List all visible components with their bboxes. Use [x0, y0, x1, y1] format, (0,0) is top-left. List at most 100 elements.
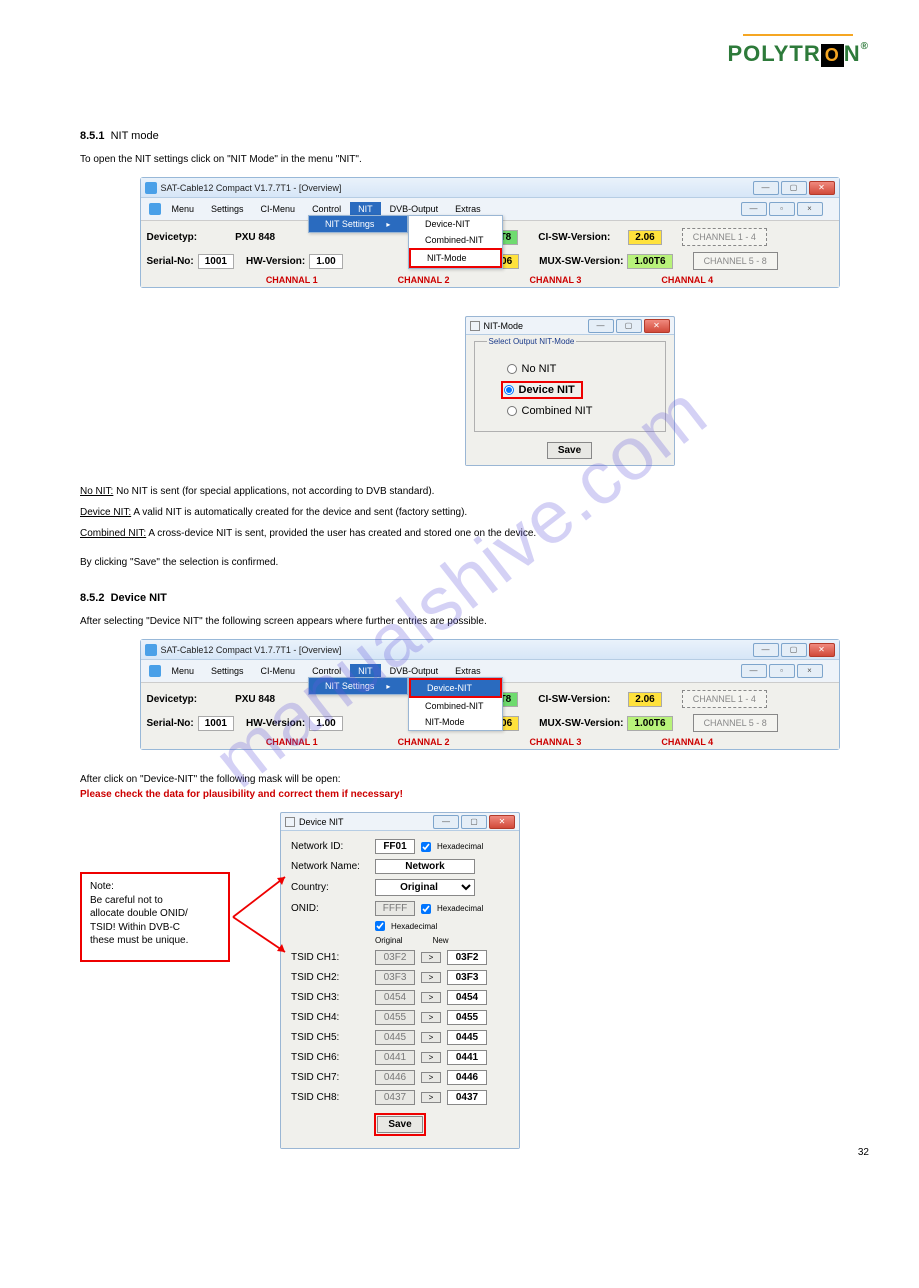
combined-nit-item-2[interactable]: Combined-NIT — [409, 698, 502, 714]
logo-post: N — [844, 41, 861, 66]
fieldset-legend: Select Output NIT-Mode — [487, 337, 577, 346]
radio-no-nit[interactable]: No NIT — [507, 363, 653, 375]
sub-close-button-2[interactable]: × — [797, 664, 823, 678]
menu-settings-2[interactable]: Settings — [203, 664, 252, 678]
nit-mode-item[interactable]: NIT-Mode — [409, 248, 502, 268]
tsid-new-8[interactable] — [447, 1090, 487, 1105]
dlg-close-button[interactable]: ✕ — [644, 319, 670, 333]
tsid-hex-label: Hexadecimal — [391, 922, 437, 931]
radio-device-nit[interactable]: Device NIT — [501, 381, 583, 399]
country-select[interactable]: Original — [375, 879, 475, 896]
tsid-orig-1[interactable] — [375, 950, 415, 965]
dn-minimize-button[interactable]: — — [433, 815, 459, 829]
combined-nit-label: Combined NIT — [522, 405, 593, 417]
tsid-new-7[interactable] — [447, 1070, 487, 1085]
nit-settings-item-2[interactable]: NIT Settings — [309, 678, 407, 694]
maximize-button[interactable]: ▢ — [781, 181, 807, 195]
tsid-new-6[interactable] — [447, 1050, 487, 1065]
tsid-orig-2[interactable] — [375, 970, 415, 985]
menu-control-2[interactable]: Control — [304, 664, 349, 678]
channel-5-8-button[interactable]: CHANNEL 5 - 8 — [693, 252, 778, 270]
tsid-new-4[interactable] — [447, 1010, 487, 1025]
tsid-orig-3[interactable] — [375, 990, 415, 1005]
channel-1-label: CHANNAL 1 — [266, 275, 318, 285]
dlg-minimize-button[interactable]: — — [588, 319, 614, 333]
sub-minimize-button[interactable]: — — [741, 202, 767, 216]
sub-minimize-button-2[interactable]: — — [741, 664, 767, 678]
maximize-button-2[interactable]: ▢ — [781, 643, 807, 657]
serial-label: Serial-No: — [147, 256, 194, 267]
menu-nit-2[interactable]: NIT — [350, 664, 381, 678]
dlg-maximize-button[interactable]: ▢ — [616, 319, 642, 333]
device-nit-radio[interactable] — [504, 385, 514, 395]
combined-nit-item[interactable]: Combined-NIT — [409, 232, 502, 248]
device-nit-item-2[interactable]: Device-NIT — [409, 678, 502, 698]
menu-settings[interactable]: Settings — [203, 202, 252, 216]
devicetyp-label: Devicetyp: — [147, 232, 198, 243]
save-button[interactable]: Save — [547, 442, 592, 459]
devicetyp-label-2: Devicetyp: — [147, 694, 198, 705]
netid-hex-checkbox[interactable] — [421, 842, 431, 852]
radio-combined-nit[interactable]: Combined NIT — [507, 405, 653, 417]
onid-hex-label: Hexadecimal — [437, 904, 483, 913]
nit-settings-item[interactable]: NIT Settings — [309, 216, 407, 232]
tsid-copy-5[interactable]: > — [421, 1032, 441, 1043]
tsid-copy-6[interactable]: > — [421, 1052, 441, 1063]
sub-restore-button-2[interactable]: ▫ — [769, 664, 795, 678]
tsid-copy-4[interactable]: > — [421, 1012, 441, 1023]
menu-menu-2[interactable]: Menu — [164, 664, 203, 678]
tsid-new-3[interactable] — [447, 990, 487, 1005]
menu-dvb-output-2[interactable]: DVB-Output — [382, 664, 447, 678]
menu-dvb-output[interactable]: DVB-Output — [382, 202, 447, 216]
minimize-button-2[interactable]: — — [753, 643, 779, 657]
section2-title: Device NIT — [111, 592, 167, 604]
sub-restore-button[interactable]: ▫ — [769, 202, 795, 216]
tsid-new-1[interactable] — [447, 950, 487, 965]
menu-extras-2[interactable]: Extras — [447, 664, 489, 678]
tsid-label-4: TSID CH4: — [291, 1012, 369, 1023]
tsid-orig-4[interactable] — [375, 1010, 415, 1025]
tsid-new-2[interactable] — [447, 970, 487, 985]
no-nit-radio[interactable] — [507, 364, 517, 374]
tsid-copy-7[interactable]: > — [421, 1072, 441, 1083]
tsid-new-5[interactable] — [447, 1030, 487, 1045]
device-nit-save-button[interactable]: Save — [377, 1116, 422, 1133]
combined-nit-radio[interactable] — [507, 406, 517, 416]
sub-close-button[interactable]: × — [797, 202, 823, 216]
menu-extras[interactable]: Extras — [447, 202, 489, 216]
nit-mode-item-2[interactable]: NIT-Mode — [409, 714, 502, 730]
tsid-copy-2[interactable]: > — [421, 972, 441, 983]
menu-nit[interactable]: NIT — [350, 202, 381, 216]
tsid-orig-6[interactable] — [375, 1050, 415, 1065]
nit-settings-flyout-2: Device-NIT Combined-NIT NIT-Mode — [408, 677, 503, 731]
menu-control[interactable]: Control — [304, 202, 349, 216]
tsid-copy-8[interactable]: > — [421, 1092, 441, 1103]
menu-cimenu-2[interactable]: CI-Menu — [253, 664, 304, 678]
tsid-copy-1[interactable]: > — [421, 952, 441, 963]
network-name-input[interactable] — [375, 859, 475, 874]
tsid-row-4: TSID CH4: > — [291, 1010, 509, 1025]
ci-sw-label: CI-SW-Version: — [538, 232, 610, 243]
dn-close-button[interactable]: ✕ — [489, 815, 515, 829]
device-nit-item[interactable]: Device-NIT — [409, 216, 502, 232]
dn-maximize-button[interactable]: ▢ — [461, 815, 487, 829]
close-button[interactable]: ✕ — [809, 181, 835, 195]
tsid-hex-checkbox[interactable] — [375, 921, 385, 931]
note-l5: these must be unique. — [90, 934, 220, 948]
onid-input[interactable] — [375, 901, 415, 916]
channel-5-8-button-2[interactable]: CHANNEL 5 - 8 — [693, 714, 778, 732]
brand-logo: POLYTRON® — [728, 30, 870, 67]
menu-menu[interactable]: Menu — [164, 202, 203, 216]
tsid-orig-5[interactable] — [375, 1030, 415, 1045]
onid-hex-checkbox[interactable] — [421, 904, 431, 914]
tsid-orig-8[interactable] — [375, 1090, 415, 1105]
channel-1-4-button-2[interactable]: CHANNEL 1 - 4 — [682, 690, 767, 708]
tsid-orig-7[interactable] — [375, 1070, 415, 1085]
network-id-input[interactable] — [375, 839, 415, 854]
close-button-2[interactable]: ✕ — [809, 643, 835, 657]
channel-1-4-button[interactable]: CHANNEL 1 - 4 — [682, 228, 767, 246]
tsid-copy-3[interactable]: > — [421, 992, 441, 1003]
new-col-header: New — [433, 936, 449, 945]
menu-cimenu[interactable]: CI-Menu — [253, 202, 304, 216]
minimize-button[interactable]: — — [753, 181, 779, 195]
